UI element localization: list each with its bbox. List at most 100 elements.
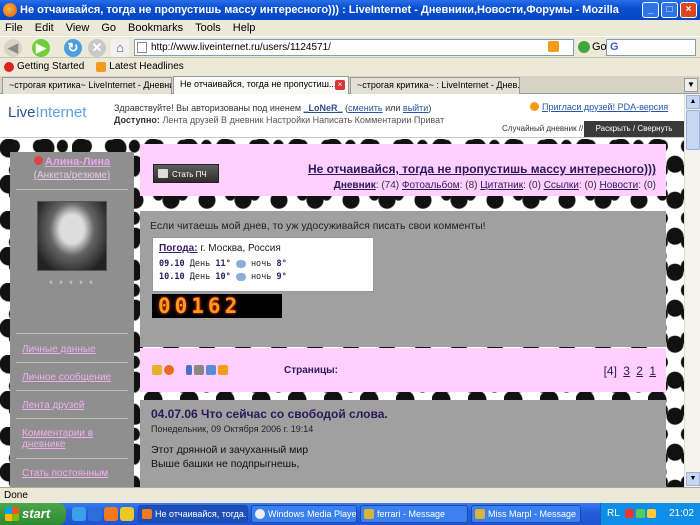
url-bar[interactable]: http://www.liveinternet.ru/users/1124571… — [134, 39, 574, 56]
sidebar-link-private-message[interactable]: Личное сообщение — [22, 372, 130, 383]
page-link-1[interactable]: 1 — [649, 364, 656, 378]
message-icon — [475, 509, 485, 519]
weather-day-temp: 10° — [215, 272, 231, 282]
tab-label: Не отчаивайся, тогда не пропустиш... — [180, 79, 337, 89]
post-text-line: Этот дрянной и зачуханный мир — [151, 444, 309, 456]
weather-day-label: День — [189, 272, 211, 282]
back-button[interactable]: ◀ — [4, 39, 22, 57]
diary-title[interactable]: Не отчаивайся, тогда не пропустишь массу… — [300, 162, 656, 176]
post-title[interactable]: 04.07.06 Что сейчас со свободой слова. — [151, 407, 388, 421]
task-ferrari-message[interactable]: ferrari - Message — [360, 505, 468, 523]
pages-label: Страницы: — [284, 365, 338, 376]
expand-collapse-tab[interactable]: Раскрыть / Свернуть — [584, 121, 684, 137]
menu-bookmarks[interactable]: Bookmarks — [128, 20, 183, 36]
stat-links-link[interactable]: Ссылки — [544, 180, 579, 191]
pager-panel: Страницы: [4] 3 2 1 — [140, 348, 666, 392]
logout-link[interactable]: выйти — [403, 103, 428, 113]
go-button[interactable]: Go — [578, 39, 607, 56]
scroll-thumb[interactable] — [686, 110, 700, 150]
smile-icon[interactable] — [164, 365, 174, 375]
quicklaunch-firefox-icon[interactable] — [104, 507, 118, 521]
mobile-icon[interactable] — [186, 365, 192, 375]
weather-day-temp: 11° — [215, 259, 231, 269]
sidebar-link-friends-feed[interactable]: Лента друзей — [22, 400, 130, 411]
weather-widget[interactable]: Погода: г. Москва, Россия 09.10 День 11°… — [152, 237, 374, 292]
print-icon[interactable] — [194, 365, 204, 375]
weather-label: Погода: — [159, 243, 198, 254]
bookmark-getting-started[interactable]: Getting Started — [4, 58, 84, 76]
tab-list-icon[interactable]: ▼ — [684, 78, 698, 92]
task-label: Windows Media Player — [268, 509, 357, 519]
menu-help[interactable]: Help — [233, 20, 256, 36]
tab-strogaya-kritika-1[interactable]: ~строгая критика~ LiveInternet - Дневни.… — [2, 77, 172, 94]
quicklaunch-ie-icon[interactable] — [88, 507, 102, 521]
sidebar-link-personal-data[interactable]: Личные данные — [22, 344, 130, 355]
liveinternet-logo[interactable]: LiveInternet — [8, 104, 86, 121]
invite-links[interactable]: Пригласи друзей! PDA-версия — [542, 102, 668, 112]
go-label: Go — [592, 41, 607, 53]
change-user-link[interactable]: сменить — [348, 103, 383, 113]
home-button[interactable]: ⌂ — [111, 39, 129, 57]
search-input[interactable]: G — [606, 39, 696, 56]
stat-diary-link[interactable]: Дневник — [334, 180, 376, 191]
weather-night-label: ночь — [250, 259, 272, 269]
minimize-button[interactable]: _ — [642, 2, 659, 18]
visit-counter[interactable]: 00162 — [152, 294, 282, 318]
access-links[interactable]: Лента друзей В дневник Настройки Написат… — [162, 115, 444, 125]
menu-file[interactable]: File — [5, 20, 23, 36]
diary-stats: Дневник: (74) Фотоальбом: (8) Цитатник: … — [333, 180, 656, 191]
task-firefox[interactable]: Не отчаивайся, тогда... — [138, 505, 248, 523]
vertical-scrollbar[interactable]: ▲ ▼ — [684, 94, 700, 487]
sidebar-link-become-regular[interactable]: Стать постоянным — [22, 468, 130, 479]
menu-tools[interactable]: Tools — [195, 20, 221, 36]
close-button[interactable]: × — [680, 2, 697, 18]
stat-quotes-link[interactable]: Цитатник — [480, 180, 523, 191]
menu-edit[interactable]: Edit — [35, 20, 54, 36]
tray-icon[interactable] — [625, 509, 634, 518]
tab-active[interactable]: Не отчаивайся, тогда не пропустиш... × — [173, 76, 349, 95]
title-bar: Не отчаивайся, тогда не пропустишь массу… — [0, 0, 700, 20]
profile-anketa-link[interactable]: (Анкета/резюме) — [10, 170, 134, 181]
avatar[interactable] — [37, 201, 107, 271]
quicklaunch-desktop-icon[interactable] — [72, 507, 86, 521]
stop-button[interactable]: ✕ — [88, 39, 106, 57]
diary-header-panel: Стать ПЧ Не отчаивайся, тогда не пропуст… — [140, 144, 666, 196]
scroll-down-icon[interactable]: ▼ — [686, 472, 700, 486]
maximize-button[interactable]: □ — [661, 2, 678, 18]
menu-view[interactable]: View — [66, 20, 90, 36]
bookmark-icon[interactable] — [152, 365, 162, 375]
reload-button[interactable]: ↻ — [64, 39, 82, 57]
go-icon — [578, 41, 590, 54]
start-button[interactable]: start — [0, 503, 66, 525]
task-media-player[interactable]: Windows Media Player — [251, 505, 357, 523]
tray-icon[interactable] — [647, 509, 656, 518]
language-indicator[interactable]: RL — [607, 503, 620, 525]
page-link-2[interactable]: 2 — [636, 364, 643, 378]
weather-night-temp: 9° — [276, 272, 287, 282]
profile-name[interactable]: Алина-Лина — [10, 156, 134, 168]
tab-strogaya-kritika-2[interactable]: ~строгая критика~ : LiveInternet - Днев.… — [350, 77, 520, 94]
forward-button[interactable]: ▶ — [32, 39, 50, 57]
stat-news-link[interactable]: Новости — [599, 180, 638, 191]
rss-icon[interactable] — [218, 365, 228, 375]
menu-go[interactable]: Go — [101, 20, 116, 36]
rss-feed-icon[interactable] — [548, 41, 559, 52]
scroll-up-icon[interactable]: ▲ — [686, 95, 700, 109]
media-player-icon — [255, 509, 265, 519]
sidebar-link-comments[interactable]: Комментарии в дневнике — [22, 428, 130, 450]
tray-icon[interactable] — [636, 509, 645, 518]
random-diary-link[interactable]: Случайный дневник // — [502, 124, 583, 133]
stat-diary-count: (74) — [381, 180, 400, 191]
system-tray: RL 21:02 — [600, 503, 700, 525]
close-tab-icon[interactable]: × — [335, 80, 345, 90]
page-icon — [137, 42, 147, 53]
greeting-text: Здравствуйте! Вы авторизованы под иненем — [114, 103, 302, 113]
page-link-3[interactable]: 3 — [623, 364, 630, 378]
username-link[interactable]: _LoNeR_ — [304, 103, 343, 113]
stat-photo-link[interactable]: Фотоальбом — [402, 180, 460, 191]
quicklaunch-messenger-icon[interactable] — [120, 507, 134, 521]
become-reader-button[interactable]: Стать ПЧ — [153, 164, 219, 183]
save-icon[interactable] — [206, 365, 216, 375]
bookmark-latest-headlines[interactable]: Latest Headlines — [96, 58, 184, 76]
task-miss-marpl-message[interactable]: Miss Marpl - Message — [471, 505, 581, 523]
